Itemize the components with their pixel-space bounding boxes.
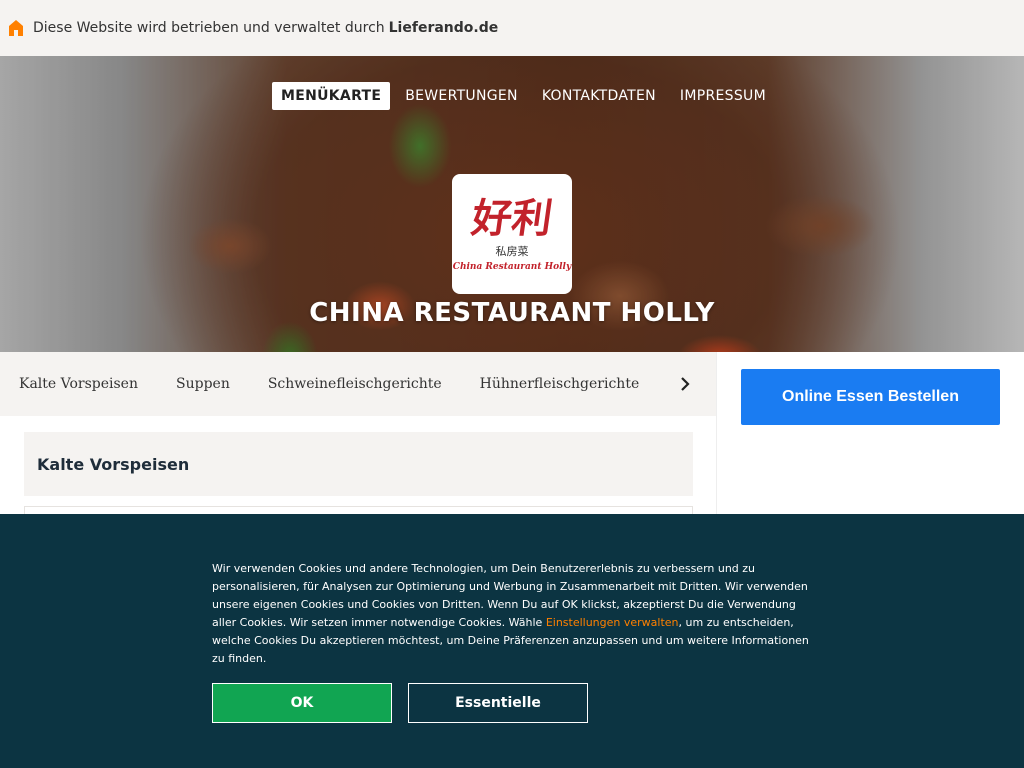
operator-brand-link[interactable]: Lieferando.de bbox=[389, 20, 499, 36]
restaurant-title: CHINA RESTAURANT HOLLY bbox=[309, 298, 715, 328]
category-nav: Kalte Vorspeisen Suppen Schweinefleischg… bbox=[0, 352, 716, 416]
logo-subtitle: 私房菜 bbox=[495, 244, 529, 258]
cookie-essential-button[interactable]: Essentielle bbox=[408, 683, 588, 723]
category-item[interactable]: Schweinefleischgerichte bbox=[268, 376, 442, 392]
restaurant-logo: 好利 私房菜 China Restaurant Holly bbox=[452, 174, 572, 294]
cookie-banner: Wir verwenden Cookies und andere Technol… bbox=[0, 514, 1024, 768]
operator-notice-text: Diese Website wird betrieben und verwalt… bbox=[33, 20, 385, 36]
nav-item-reviews[interactable]: BEWERTUNGEN bbox=[396, 82, 527, 110]
cookie-ok-button[interactable]: OK bbox=[212, 683, 392, 723]
category-scroll-button[interactable] bbox=[656, 352, 716, 416]
logo-name: China Restaurant Holly bbox=[452, 261, 572, 272]
hero-banner: MENÜKARTE BEWERTUNGEN KONTAKTDATEN IMPRE… bbox=[0, 56, 1024, 352]
order-online-button[interactable]: Online Essen Bestellen bbox=[741, 369, 1000, 425]
main-nav: MENÜKARTE BEWERTUNGEN KONTAKTDATEN IMPRE… bbox=[272, 82, 781, 110]
menu-section-header: Kalte Vorspeisen bbox=[24, 432, 693, 496]
nav-item-imprint[interactable]: IMPRESSUM bbox=[671, 82, 775, 110]
logo-chinese-characters: 好利 bbox=[468, 194, 556, 242]
manage-settings-link[interactable]: Einstellungen verwalten bbox=[546, 616, 679, 629]
chevron-right-icon bbox=[681, 377, 690, 391]
nav-item-contact[interactable]: KONTAKTDATEN bbox=[533, 82, 665, 110]
house-icon bbox=[9, 20, 23, 36]
operator-notice-bar: Diese Website wird betrieben und verwalt… bbox=[0, 0, 1024, 56]
category-item[interactable]: Kalte Vorspeisen bbox=[19, 376, 138, 392]
category-item[interactable]: Hühnerfleischgerichte bbox=[480, 376, 640, 392]
cookie-text: Wir verwenden Cookies und andere Technol… bbox=[212, 560, 822, 668]
category-item[interactable]: Suppen bbox=[176, 376, 230, 392]
nav-item-menu[interactable]: MENÜKARTE bbox=[272, 82, 391, 110]
